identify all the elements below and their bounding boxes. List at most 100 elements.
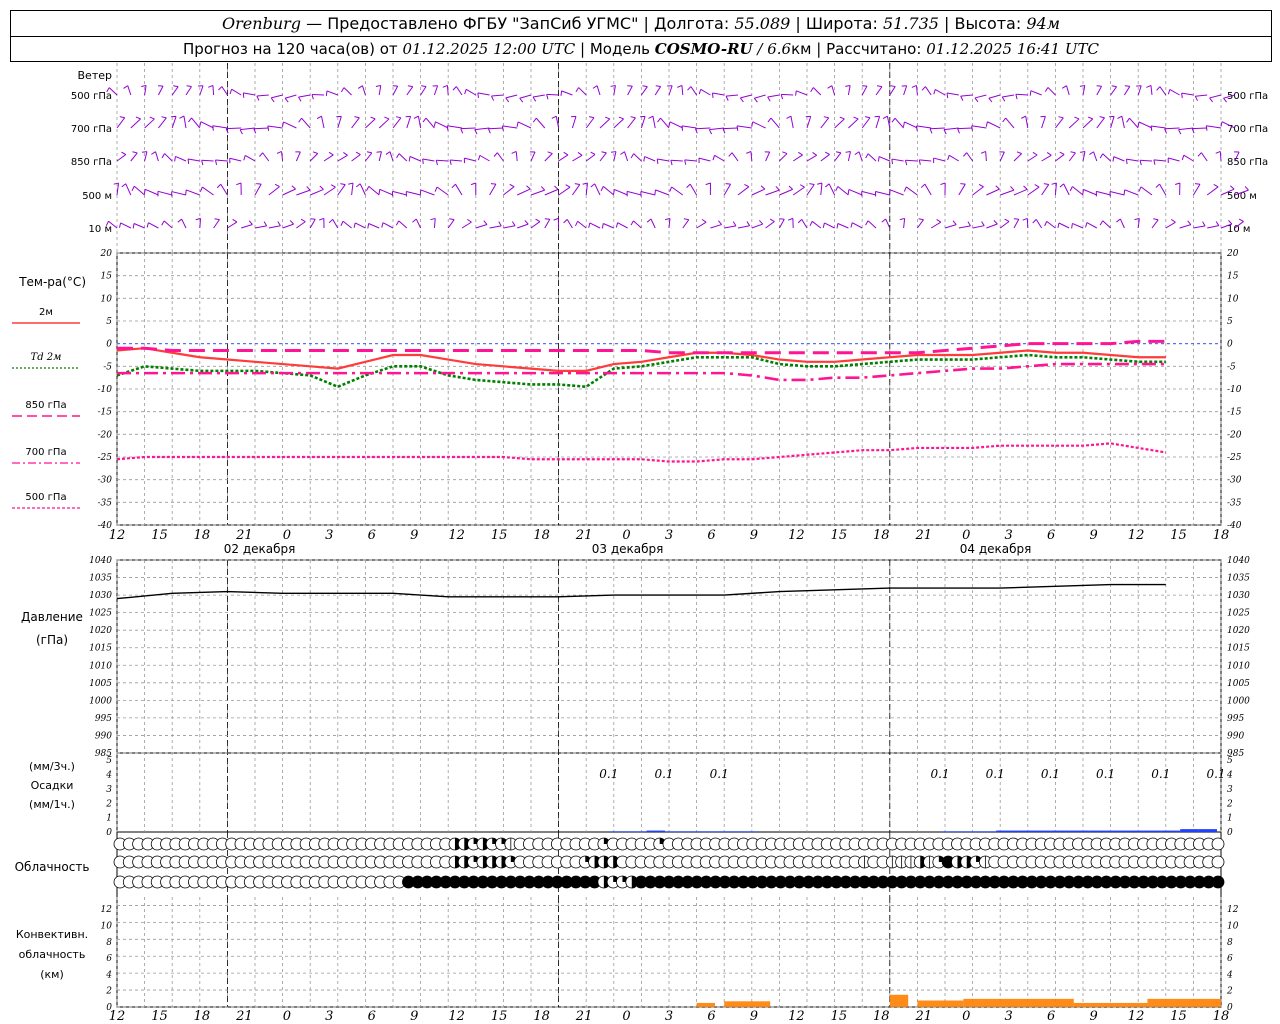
precip-unit-bottom: (мм/1ч.) <box>29 798 75 811</box>
wind-barb-feather <box>588 222 591 228</box>
wind-barb <box>599 152 607 162</box>
temp-legend-label: 850 гПа <box>25 400 66 411</box>
wind-barb-feather <box>291 185 296 190</box>
wind-barb <box>116 154 127 162</box>
cloud-symbol-fill <box>1212 876 1224 888</box>
precip-bar <box>1033 830 1052 832</box>
wind-barb <box>1000 189 1015 196</box>
wind-barb <box>847 151 851 162</box>
wind-barb <box>916 219 924 229</box>
wind-barb-feather <box>516 121 519 127</box>
wind-barb-feather <box>407 85 413 88</box>
wind-barb-feather <box>179 115 185 119</box>
wind-barb <box>1027 186 1040 196</box>
wind-barb <box>254 225 267 229</box>
precip-tick-right: 5 <box>1227 756 1233 766</box>
wind-barb <box>1082 151 1086 162</box>
wind-barb-feather <box>711 92 714 99</box>
wind-barb <box>406 86 414 96</box>
wind-barb <box>133 185 145 196</box>
conv-title-1: Конвективн. <box>16 928 88 941</box>
wind-barb <box>227 221 238 229</box>
wind-barb <box>1110 86 1117 96</box>
wind-barb-feather <box>491 95 495 101</box>
pressure-tick-left: 1025 <box>89 609 112 619</box>
wind-barb-feather <box>620 151 625 155</box>
wind-barb <box>337 154 348 162</box>
wind-barb <box>603 223 614 229</box>
wind-barb <box>295 151 301 162</box>
wind-barb-feather <box>825 183 830 188</box>
wind-barb <box>332 219 339 229</box>
wind-barb <box>1137 85 1142 96</box>
wind-barb-feather <box>1058 116 1064 119</box>
wind-barb-feather <box>865 116 871 119</box>
wind-barb <box>847 85 851 96</box>
wind-barb-feather <box>467 218 472 223</box>
wind-barb-feather <box>435 160 438 166</box>
wind-barb-feather <box>810 87 814 92</box>
wind-barb <box>213 219 220 229</box>
wind-barb <box>848 188 863 196</box>
wind-barb <box>1102 220 1111 229</box>
wind-barb-feather <box>434 186 438 192</box>
wind-barb <box>577 220 587 229</box>
wind-barb-feather <box>477 155 481 161</box>
wind-level-left: 500 гПа <box>71 91 112 102</box>
hour-label-top: 21 <box>575 528 593 543</box>
wind-barb-feather <box>881 218 886 223</box>
wind-barb-feather <box>201 160 204 166</box>
wind-barb <box>475 224 488 229</box>
wind-barb <box>589 222 601 229</box>
wind-barb-feather <box>422 158 424 165</box>
wind-barb-feather <box>135 116 141 120</box>
wind-barb <box>561 90 573 96</box>
precip-bar <box>683 831 702 832</box>
hour-label-bottom: 12 <box>788 1009 805 1024</box>
wind-barb-feather <box>827 85 833 89</box>
wind-barb <box>392 190 407 196</box>
wind-barb <box>532 94 545 98</box>
wind-barb-feather <box>199 121 202 127</box>
wind-barb-feather <box>775 186 780 191</box>
wind-barb-feather <box>786 115 792 119</box>
wind-barb <box>750 151 753 162</box>
wind-barb-feather <box>1111 85 1117 88</box>
pressure-tick-left: 990 <box>95 731 112 741</box>
wind-barb <box>972 225 985 229</box>
wind-barb <box>1168 157 1180 162</box>
conv-tick-left: 12 <box>101 905 113 915</box>
wind-barb <box>517 223 529 229</box>
wind-barb-feather <box>899 217 905 221</box>
wind-barb-feather <box>187 158 190 164</box>
wind-barb-feather <box>357 85 363 89</box>
wind-barb-feather <box>812 152 817 156</box>
wind-barb-feather <box>1215 150 1221 154</box>
wind-barb-feather <box>174 156 176 162</box>
wind-barb <box>1093 151 1098 162</box>
wind-barb-feather <box>656 158 659 165</box>
wind-barb-feather <box>218 86 223 91</box>
wind-barb <box>737 225 750 229</box>
hour-label-top: 15 <box>491 528 508 543</box>
wind-barb-feather <box>161 116 167 119</box>
wind-barb-feather <box>546 94 549 100</box>
wind-barb <box>1013 153 1022 162</box>
wind-barb <box>433 85 439 96</box>
wind-barb-feather <box>836 223 839 229</box>
wind-barb-feather <box>1046 152 1052 156</box>
hour-label-top: 3 <box>325 528 333 543</box>
wind-barb <box>488 127 504 130</box>
precip-bar <box>720 831 739 832</box>
wind-barb <box>1058 222 1070 229</box>
wind-barb <box>571 116 577 129</box>
wind-barb-feather <box>267 125 270 131</box>
conv-tick-left: 6 <box>106 954 112 964</box>
wind-barb-feather <box>232 218 238 223</box>
wind-barb-feather <box>325 90 328 96</box>
wind-barb <box>337 116 342 129</box>
wind-barb-feather <box>744 183 750 188</box>
wind-barb-feather <box>276 150 282 154</box>
meteogram-chart: Ветер 500 гПа 500 гПа 700 гПа 700 гПа 850 гПа… <box>12 63 1268 1024</box>
wind-barb-feather <box>132 223 135 229</box>
